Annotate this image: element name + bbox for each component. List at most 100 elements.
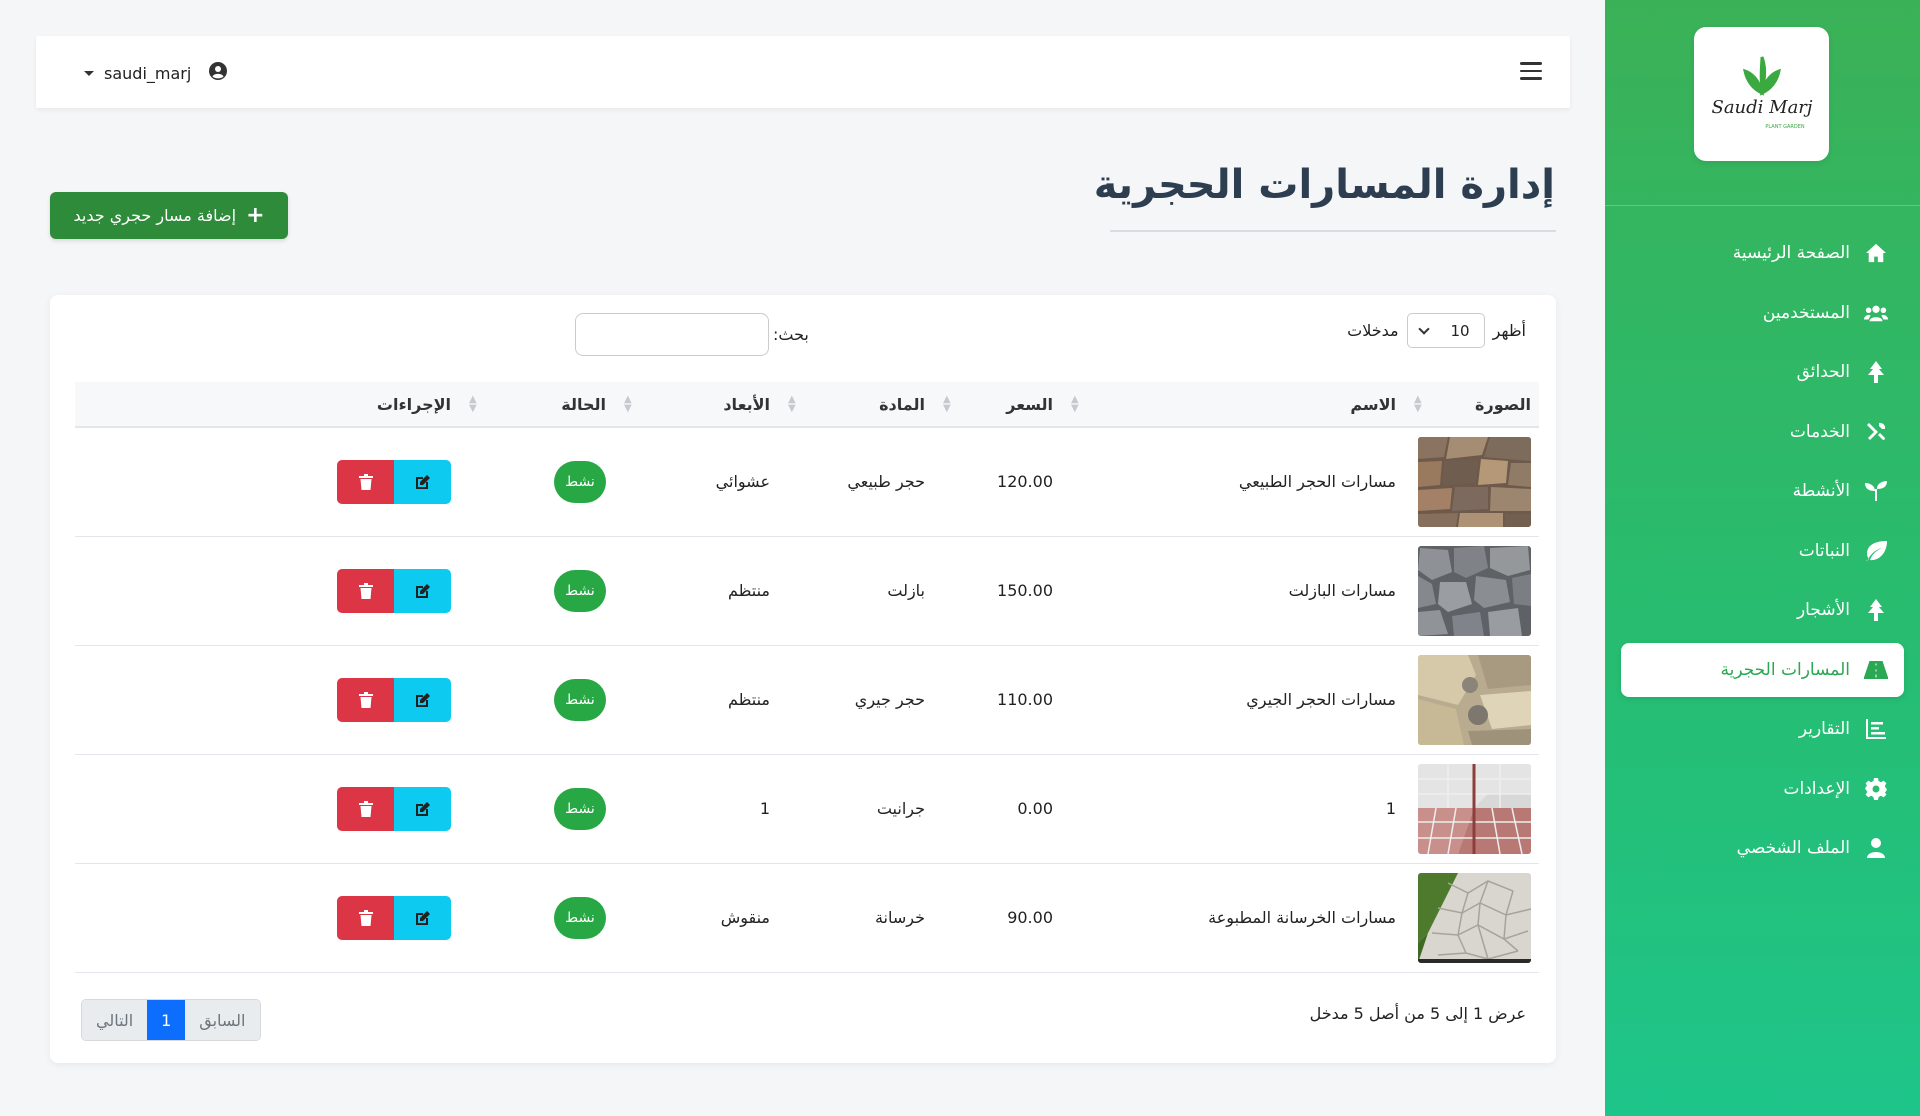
svg-text:PLANT GARDEN: PLANT GARDEN	[1765, 124, 1804, 130]
sidebar-item-label: المسارات الحجرية	[1720, 659, 1851, 680]
trash-icon	[358, 582, 373, 599]
edit-button[interactable]	[394, 895, 451, 940]
show-label: أظهر	[1492, 321, 1526, 340]
row-name: مسارات الحجر الجيري	[1246, 690, 1396, 709]
row-dimensions: منتظم	[728, 690, 770, 709]
row-name: مسارات الحجر الطبيعي	[1238, 472, 1396, 492]
search-control: بحث:	[575, 313, 809, 356]
plus-icon: +	[246, 202, 265, 228]
logo[interactable]: Saudi Marj PLANT GARDEN	[1694, 27, 1829, 161]
row-material: حجر جيري	[854, 690, 925, 709]
table-row: مسارات الحجر الجيري 110.00 حجر جيري منتظ…	[75, 645, 1539, 754]
column-header-status[interactable]: الحالة ▲ ▼	[459, 382, 614, 427]
sidebar-item-plants[interactable]: النباتات	[1621, 524, 1904, 578]
row-dimensions: منتظم	[728, 581, 770, 600]
delete-button[interactable]	[337, 786, 394, 831]
sort-icon: ▲ ▼	[624, 394, 632, 414]
tree-icon	[1864, 598, 1888, 622]
stone-paths-card: أظهر 10 مدخلات بحث: الصورة ▲ ▼ الاسم ▲ ▼ الس…	[50, 295, 1556, 1063]
row-price: 90.00	[1007, 908, 1053, 927]
table-row: مسارات الحجر الطبيعي 120.00 حجر طبيعي عش…	[75, 427, 1539, 536]
sort-icon: ▲ ▼	[1071, 394, 1079, 414]
edit-button[interactable]	[394, 677, 451, 722]
sidebar-item-label: الخدمات	[1789, 421, 1850, 442]
logo-icon: Saudi Marj PLANT GARDEN	[1711, 56, 1812, 130]
delete-button[interactable]	[337, 677, 394, 722]
sidebar-item-profile[interactable]: الملف الشخصي	[1621, 821, 1904, 875]
table-row: مسارات البازلت 150.00 بازلت منتظم نشط	[75, 536, 1539, 645]
row-actions	[337, 786, 451, 831]
entries-label: مدخلات	[1347, 321, 1399, 340]
delete-button[interactable]	[337, 568, 394, 613]
sidebar-item-label: التقارير	[1798, 719, 1850, 739]
column-header-image[interactable]: الصورة ▲ ▼	[1404, 382, 1539, 427]
hamburger-line	[1520, 77, 1542, 80]
edit-button[interactable]	[394, 786, 451, 831]
pagination: السابق 1 التالي	[81, 999, 261, 1041]
column-header-price[interactable]: السعر ▲ ▼	[933, 382, 1061, 427]
column-header-actions: الإجراءات	[376, 394, 451, 414]
username: saudi_marj	[104, 63, 192, 83]
sidebar-item-services[interactable]: الخدمات	[1621, 405, 1904, 459]
edit-button[interactable]	[394, 568, 451, 613]
sidebar-item-trees[interactable]: الأشجار	[1621, 583, 1904, 637]
pagination-next[interactable]: التالي	[82, 1000, 148, 1040]
sort-icon: ▲ ▼	[943, 394, 951, 414]
row-dimensions: عشوائي	[715, 472, 770, 492]
delete-button[interactable]	[337, 895, 394, 940]
title-underline	[1110, 230, 1556, 232]
sidebar-item-reports[interactable]: التقارير	[1621, 702, 1904, 756]
status-badge: نشط	[554, 678, 606, 721]
trash-icon	[358, 473, 373, 490]
row-name: مسارات الخرسانة المطبوعة	[1208, 908, 1396, 927]
search-input[interactable]	[575, 313, 769, 356]
hamburger-menu-button[interactable]	[1520, 62, 1542, 80]
users-icon	[1864, 301, 1888, 325]
delete-button[interactable]	[337, 459, 394, 504]
stone-paths-table: الصورة ▲ ▼ الاسم ▲ ▼ السعر ▲ ▼ المادة ▲ ▼ الأبعا…	[75, 382, 1539, 973]
gear-icon	[1864, 777, 1888, 801]
edit-icon	[415, 910, 430, 925]
row-material: خرسانة	[874, 908, 925, 927]
status-badge: نشط	[554, 896, 606, 939]
sidebar-item-users[interactable]: المستخدمين	[1621, 286, 1904, 340]
pagination-page-1[interactable]: 1	[147, 1000, 186, 1040]
svg-text:Saudi Marj: Saudi Marj	[1711, 97, 1812, 118]
column-header-name[interactable]: الاسم ▲ ▼	[1061, 382, 1404, 427]
sidebar-item-home[interactable]: الصفحة الرئيسية	[1621, 226, 1904, 280]
page-title: إدارة المسارات الحجرية	[1093, 162, 1555, 208]
edit-icon	[415, 583, 430, 598]
sidebar-item-settings[interactable]: الإعدادات	[1621, 762, 1904, 816]
home-icon	[1864, 241, 1888, 265]
sidebar-item-activities[interactable]: الأنشطة	[1621, 464, 1904, 518]
sidebar-item-label: الأنشطة	[1792, 481, 1850, 501]
status-badge: نشط	[554, 787, 606, 830]
sidebar-item-gardens[interactable]: الحدائق	[1621, 345, 1904, 399]
sidebar-item-label: الإعدادات	[1783, 778, 1850, 799]
edit-button[interactable]	[394, 459, 451, 504]
add-stone-path-button[interactable]: + إضافة مسار حجري جديد	[50, 192, 288, 239]
pagination-previous[interactable]: السابق	[185, 1000, 260, 1040]
page-length-control: أظهر 10 مدخلات	[1347, 313, 1526, 348]
row-price: 150.00	[997, 581, 1053, 600]
chart-icon	[1864, 717, 1888, 741]
row-actions	[337, 568, 451, 613]
row-dimensions: منقوش	[720, 908, 770, 927]
edit-icon	[415, 692, 430, 707]
row-dimensions: 1	[759, 799, 770, 818]
page-length-value: 10	[1450, 321, 1470, 340]
add-button-label: إضافة مسار حجري جديد	[73, 206, 237, 225]
sidebar-item-label: الأشجار	[1796, 600, 1850, 620]
user-menu-dropdown[interactable]: saudi_marj	[84, 62, 228, 84]
sidebar-item-stone-paths[interactable]: المسارات الحجرية	[1621, 642, 1904, 697]
sidebar-item-label: النباتات	[1798, 540, 1850, 561]
row-name: 1	[1385, 799, 1396, 818]
hamburger-line	[1520, 62, 1542, 65]
column-header-material[interactable]: المادة ▲ ▼	[778, 382, 933, 427]
page-length-select[interactable]: 10	[1406, 313, 1485, 348]
topbar: saudi_marj	[36, 36, 1570, 108]
road-icon	[1864, 658, 1888, 682]
table-row: مسارات الخرسانة المطبوعة 90.00 خرسانة من…	[75, 863, 1539, 972]
column-header-dimensions[interactable]: الأبعاد ▲ ▼	[614, 382, 778, 427]
row-material: بازلت	[887, 581, 925, 600]
